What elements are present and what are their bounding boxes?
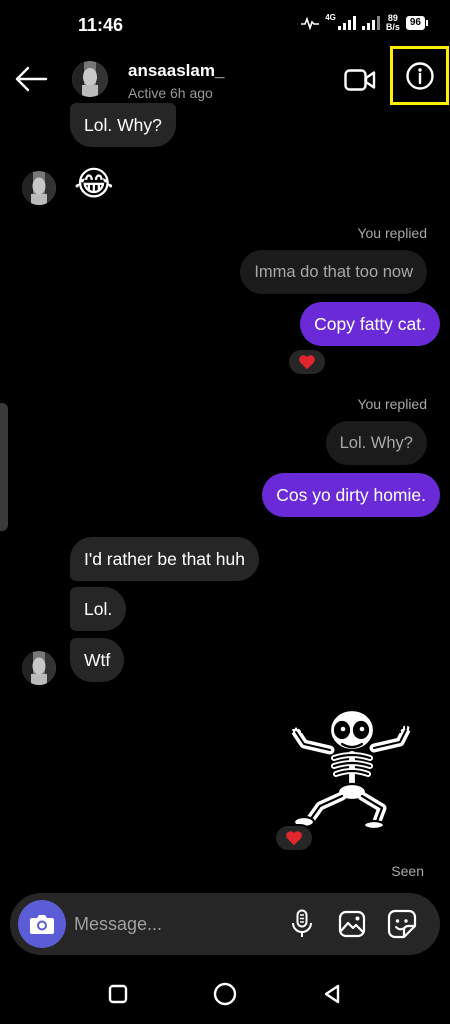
heart-icon: [299, 355, 315, 370]
home-button[interactable]: [207, 976, 243, 1012]
reaction-pill[interactable]: [287, 348, 327, 376]
battery-icon: 96: [405, 16, 428, 30]
home-icon: [213, 982, 237, 1006]
dancing-skeleton-sticker[interactable]: [282, 702, 428, 831]
sender-avatar[interactable]: [22, 171, 56, 205]
message-text: Lol. Why?: [84, 114, 162, 135]
message-input[interactable]: [74, 907, 274, 941]
net-speed: 89 B/s: [386, 14, 400, 32]
recents-icon: [108, 984, 128, 1004]
chat-header: ansaaslam_ Active 6h ago: [0, 46, 450, 110]
system-navigation-bar: [0, 960, 450, 1024]
message-composer: [10, 893, 440, 955]
triangle-back-icon: [324, 984, 340, 1004]
network-type: 4G: [325, 12, 336, 22]
recents-button[interactable]: [100, 976, 136, 1012]
sticker-icon: [387, 909, 417, 939]
info-button[interactable]: [390, 46, 449, 105]
activity-icon: [301, 16, 320, 30]
message-bubble-outgoing[interactable]: Cos yo dirty homie.: [262, 473, 440, 517]
quoted-message[interactable]: Imma do that too now: [240, 250, 427, 294]
seen-indicator: Seen: [391, 863, 424, 879]
message-bubble-outgoing[interactable]: Copy fatty cat.: [300, 302, 440, 346]
signal-icon-2: [361, 16, 380, 30]
sender-avatar[interactable]: [22, 651, 56, 685]
net-speed-unit: B/s: [385, 22, 400, 32]
status-icons: 4G 89 B/s 96: [301, 12, 428, 32]
replied-label: You replied: [357, 396, 427, 412]
status-time: 11:46: [78, 15, 124, 35]
contact-active-status: Active 6h ago: [128, 85, 213, 101]
camera-button[interactable]: [18, 900, 66, 948]
heart-icon: [286, 831, 302, 846]
reaction-pill[interactable]: [274, 824, 314, 852]
message-bubble-incoming[interactable]: Lol. Why?: [70, 103, 176, 147]
battery-level: 96: [405, 16, 425, 30]
message-text: Copy fatty cat.: [314, 313, 426, 334]
message-bubble-incoming[interactable]: Wtf: [70, 638, 125, 682]
quoted-text: Imma do that too now: [254, 262, 413, 281]
emoji-message[interactable]: 😂: [74, 164, 114, 204]
replied-label: You replied: [357, 225, 427, 241]
gallery-button[interactable]: [334, 906, 370, 942]
voice-message-button[interactable]: [284, 906, 320, 942]
video-call-icon: [344, 69, 376, 91]
message-bubble-incoming[interactable]: I'd rather be that huh: [70, 537, 259, 581]
microphone-icon: [292, 909, 312, 937]
edge-panel-handle[interactable]: [0, 403, 8, 531]
video-call-button[interactable]: [338, 60, 382, 100]
status-bar: 11:46 4G 89 B/s 96: [0, 0, 450, 50]
message-text: Wtf: [84, 649, 111, 670]
quoted-text: Lol. Why?: [339, 433, 413, 452]
info-icon: [405, 61, 434, 90]
back-button[interactable]: [10, 58, 52, 100]
sticker-button[interactable]: [384, 906, 420, 942]
quoted-message[interactable]: Lol. Why?: [325, 421, 427, 465]
gallery-icon: [338, 910, 366, 938]
system-back-button[interactable]: [314, 976, 350, 1012]
contact-username[interactable]: ansaaslam_: [128, 61, 224, 81]
camera-icon: [30, 915, 54, 934]
message-text: I'd rather be that huh: [84, 548, 245, 569]
message-bubble-incoming[interactable]: Lol.: [70, 587, 127, 631]
message-text: Lol.: [84, 598, 113, 619]
signal-icon: [337, 16, 356, 30]
avatar[interactable]: [72, 61, 108, 97]
message-text: Cos yo dirty homie.: [276, 484, 426, 505]
back-arrow-icon: [15, 66, 48, 92]
